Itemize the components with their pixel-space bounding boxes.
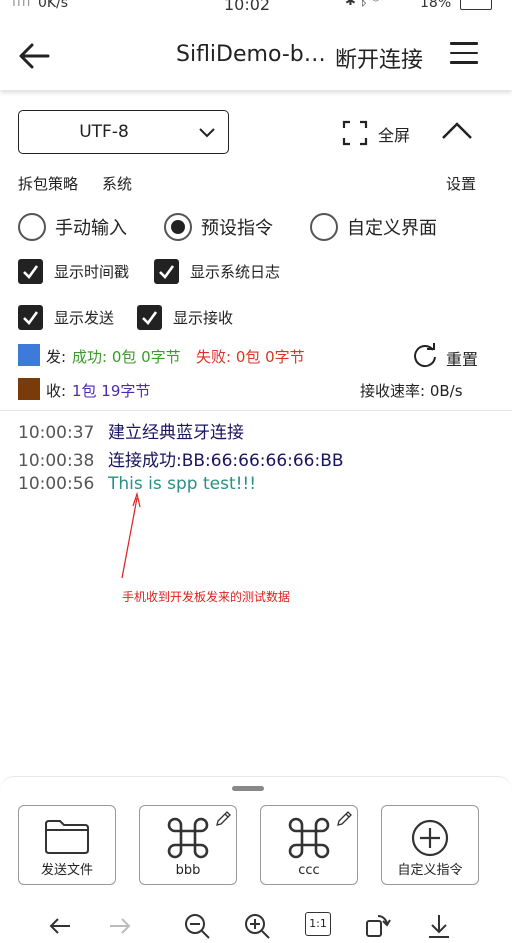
pencil-icon[interactable] [335,810,353,828]
send-color-swatch [18,344,40,366]
log-entry: 10:00:37 建立经典蓝牙连接 [18,418,244,443]
status-bar: ıııı 0K/s 10:02 ✱ ᛒ ⌔ 18% [0,0,512,18]
tile-send-file[interactable]: 发送文件 [18,805,116,885]
tile-command-bbb[interactable]: bbb [139,805,237,885]
receive-color-swatch [18,378,40,400]
hamburger-menu-icon[interactable] [450,42,478,66]
back-arrow-icon[interactable] [16,38,52,74]
check-icon [137,304,162,330]
command-icon [288,817,330,859]
radio-label: 预设指令 [201,218,273,239]
send-success-stat: 成功: 0包 0字节 [72,348,181,366]
pencil-icon[interactable] [214,810,232,828]
check-icon [18,258,43,284]
log-message: 连接成功:BB:66:66:66:66:BB [108,451,344,471]
chevron-down-icon [199,128,215,138]
download-icon[interactable] [425,912,453,940]
check-icon [154,258,179,284]
radio-circle-selected [164,213,192,241]
receive-stat: 1包 19字节 [72,382,151,400]
app-header: SifliDemo-b… 断开连接 [0,18,512,90]
log-message-received: This is spp test!!! [108,474,257,494]
tile-label: 自定义指令 [397,863,463,878]
radio-circle [310,213,338,241]
checkbox-show-timestamp[interactable]: 显示时间戳 [18,258,129,284]
tile-command-ccc[interactable]: ccc [260,805,358,885]
radio-label: 手动输入 [55,218,127,239]
network-speed: 0K/s [38,0,69,11]
refresh-icon[interactable] [412,343,438,369]
zoom-in-icon[interactable] [243,912,271,940]
log-timestamp: 10:00:38 [18,451,95,471]
checkbox-show-receive[interactable]: 显示接收 [137,304,233,330]
tile-custom-command[interactable]: 自定义指令 [381,805,479,885]
checkbox-show-send[interactable]: 显示发送 [18,304,114,330]
checkbox-label: 显示发送 [54,308,115,327]
drag-handle[interactable] [232,786,264,791]
command-icon [167,817,209,859]
send-fail-stat: 失败: 0包 0字节 [196,348,305,366]
checkbox-label: 显示接收 [173,308,234,327]
log-timestamp: 10:00:37 [18,423,95,443]
radio-preset-command[interactable]: 预设指令 [164,212,273,242]
log-entry: 10:00:38 连接成功:BB:66:66:66:66:BB [18,446,344,471]
receive-rate: 接收速率: 0B/s [360,382,463,400]
fullscreen-icon[interactable] [342,120,368,146]
encoding-value: UTF-8 [79,122,129,142]
plus-circle-icon [411,819,449,857]
tile-label: bbb [175,863,201,878]
reset-button[interactable]: 重置 [446,346,478,370]
clock: 10:02 [224,0,271,14]
nav-back-icon[interactable] [46,912,74,940]
tile-label: 发送文件 [40,863,93,878]
battery-percent: 18% [420,0,452,11]
status-icons: ✱ ᛒ ⌔ [345,0,380,9]
log-timestamp: 10:00:56 [18,474,95,494]
radio-label: 自定义界面 [347,218,437,239]
checkbox-show-system-log[interactable]: 显示系统日志 [154,258,280,284]
split-strategy-value[interactable]: 系统 [102,173,132,194]
encoding-select[interactable]: UTF-8 [18,110,229,154]
nav-forward-icon[interactable] [106,912,134,940]
log-message: 建立经典蓝牙连接 [108,423,244,443]
settings-button[interactable]: 设置 [446,173,476,194]
radio-manual-input[interactable]: 手动输入 [18,212,127,242]
chevron-up-icon[interactable] [440,118,474,142]
zoom-out-icon[interactable] [183,912,211,940]
checkbox-label: 显示时间戳 [54,262,130,281]
split-strategy-label: 拆包策略 [18,175,79,193]
battery-icon [460,0,492,10]
fullscreen-button[interactable]: 全屏 [378,122,410,146]
checkbox-label: 显示系统日志 [190,262,281,281]
send-label: 发: [46,348,67,366]
rotate-icon[interactable] [364,912,392,940]
divider [0,410,512,411]
radio-custom-ui[interactable]: 自定义界面 [310,212,437,242]
receive-label: 收: [46,382,67,400]
zoom-reset-button[interactable]: 1:1 [305,912,331,936]
annotation-text: 手机收到开发板发来的测试数据 [122,590,291,604]
check-icon [18,304,43,330]
signal-icon: ıııı [12,0,32,10]
device-title: SifliDemo-b… [176,42,326,67]
folder-icon [45,820,89,854]
input-mode-group: 手动输入 预设指令 自定义界面 [18,212,498,242]
disconnect-button[interactable]: 断开连接 [335,42,423,74]
tile-label: ccc [298,863,320,878]
radio-circle [18,213,46,241]
log-entry: 10:00:56 This is spp test!!! [18,474,256,494]
